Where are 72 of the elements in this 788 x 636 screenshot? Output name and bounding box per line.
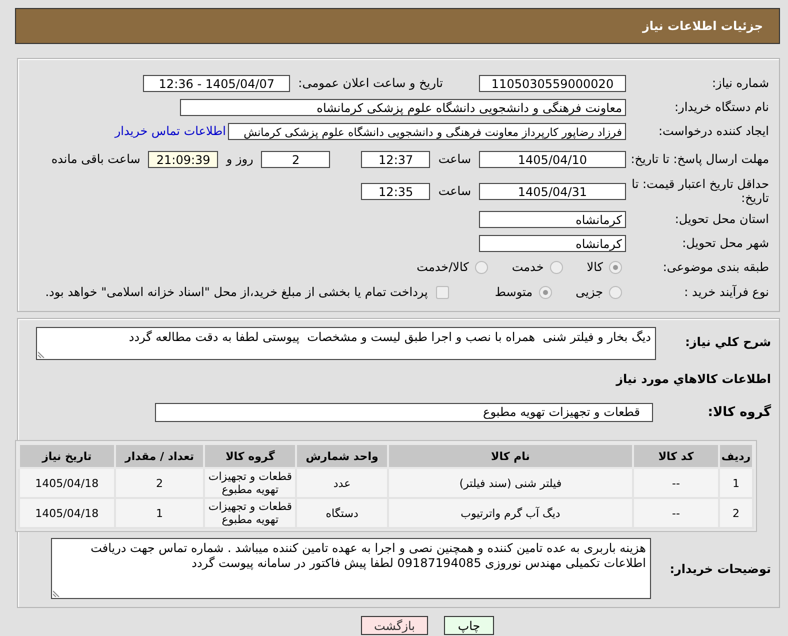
read-only-field: کرمانشاه — [479, 210, 626, 228]
column-header: نام کالا — [388, 444, 633, 468]
field-label: حداقل تاریخ اعتبار قیمت: تا تاریخ: — [630, 177, 769, 205]
read-only-field: 1105030559000020 — [479, 74, 626, 92]
option-label: جزیی — [576, 285, 603, 299]
field-label: ایجاد کننده درخواست: — [657, 124, 769, 138]
read-only-field: قطعات و تجهیزات تهویه مطبوع — [155, 402, 653, 422]
field-label: توضیحات خریدار: — [668, 562, 771, 576]
print-button[interactable]: چاپ — [444, 616, 494, 635]
table-cell: قطعات و تجهیزات تهویه مطبوع — [204, 468, 296, 498]
option-label: متوسط — [494, 285, 533, 299]
field-label: نام دستگاه خریدار: — [674, 100, 769, 114]
radio-button[interactable] — [538, 286, 552, 298]
resize-grip-icon[interactable] — [38, 351, 45, 358]
page-title: جزئیات اطلاعات نیاز — [642, 19, 763, 33]
section-title: اطلاعات کالاهاي مورد نياز — [614, 372, 771, 386]
column-header: ردیف — [719, 444, 753, 468]
field-label: گروه کالا: — [706, 404, 771, 420]
read-only-field: 2 — [261, 150, 330, 168]
field-label: طبقه بندی موضوعی: — [662, 260, 769, 274]
field-label: شهر محل تحویل: — [681, 236, 769, 250]
field-label: ساعت — [437, 152, 472, 166]
column-header: کد کالا — [632, 444, 720, 468]
table-cell: 1 — [719, 468, 753, 498]
column-header: گروه کالا — [204, 444, 296, 468]
table-cell: عدد — [296, 468, 388, 498]
field-label: نوع فرآیند خرید : — [683, 285, 769, 299]
table-cell: 1 — [114, 498, 204, 528]
field-label: روز و — [224, 152, 254, 166]
read-only-field: 1405/04/31 — [479, 182, 626, 200]
read-only-field: معاونت فرهنگی و دانشجویی دانشگاه علوم پزشکی کرمانشاه — [180, 98, 626, 116]
field-label: تاریخ و ساعت اعلان عمومی: — [297, 76, 444, 90]
read-only-field: 12:37 — [361, 150, 430, 168]
radio-button[interactable] — [609, 286, 622, 298]
field-label: ساعت باقی مانده — [50, 152, 142, 166]
option-label: کالا — [586, 260, 603, 274]
table-cell: دیگ آب گرم واترتیوب — [388, 498, 633, 528]
table-cell: فیلتر شنی (سند فیلتر) — [388, 468, 633, 498]
read-only-field: فرزاد رضاپور کارپرداز معاونت فرهنگی و دانشجویی دانشگاه علوم پزشکی کرمانش — [228, 122, 626, 140]
field-label: استان محل تحویل: — [674, 212, 769, 226]
contact-link[interactable]: اطلاعات تماس خریدار — [114, 124, 228, 138]
column-header: واحد شمارش — [296, 444, 388, 468]
table-cell: قطعات و تجهیزات تهویه مطبوع — [204, 498, 296, 528]
read-only-field: 1405/04/10 — [479, 150, 626, 168]
checkbox-label: پرداخت تمام یا بخشی از مبلغ خرید،از محل "اسناد خزانه اسلامی" خواهد بود. — [44, 285, 429, 299]
column-header: تعداد / مقدار — [114, 444, 204, 468]
read-only-field: کرمانشاه — [479, 234, 626, 252]
table-cell: -- — [632, 498, 720, 528]
table-cell: 2 — [719, 498, 753, 528]
table-cell: 1405/04/18 — [19, 498, 115, 528]
table-cell: دستگاه — [296, 498, 388, 528]
field-label: مهلت ارسال پاسخ: تا تاریخ: — [630, 152, 769, 166]
table-cell: -- — [632, 468, 720, 498]
text-area[interactable]: هزینه باربری به عده تامین کننده و همچنین نصی و اجرا به عهده تامین کننده میباشد . شماره تماس جهت دریافت اطلاعات تکمیلی مهندس نوروزی 09187194085 لطفا پیش فاکتور در سامانه پیوست گردد — [51, 538, 651, 599]
table-cell: 2 — [114, 468, 204, 498]
table-cell: 1405/04/18 — [19, 468, 115, 498]
option-label: کالا/خدمت — [416, 260, 469, 274]
option-label: خدمت — [512, 260, 544, 274]
checkbox[interactable] — [436, 286, 449, 298]
resize-grip-icon[interactable] — [53, 590, 60, 597]
back-button[interactable]: بازگشت — [361, 616, 428, 635]
text-area[interactable]: دیگ بخار و فیلتر شنی همراه با نصب و اجرا طبق لیست و مشخصات پیوستی لطفا به دقت مطالعه گردد — [36, 327, 656, 360]
column-header: تاریخ نیاز — [19, 444, 115, 468]
countdown-field: 21:09:39 — [148, 150, 218, 168]
radio-button[interactable] — [609, 260, 622, 274]
radio-button[interactable] — [550, 260, 563, 274]
field-label: شرح کلي نياز: — [684, 335, 771, 349]
field-label: ساعت — [437, 184, 472, 198]
read-only-field: 1405/04/07 - 12:36 — [143, 74, 290, 92]
read-only-field: 12:35 — [361, 182, 430, 200]
field-label: شماره نیاز: — [711, 76, 769, 90]
radio-button[interactable] — [474, 260, 488, 274]
